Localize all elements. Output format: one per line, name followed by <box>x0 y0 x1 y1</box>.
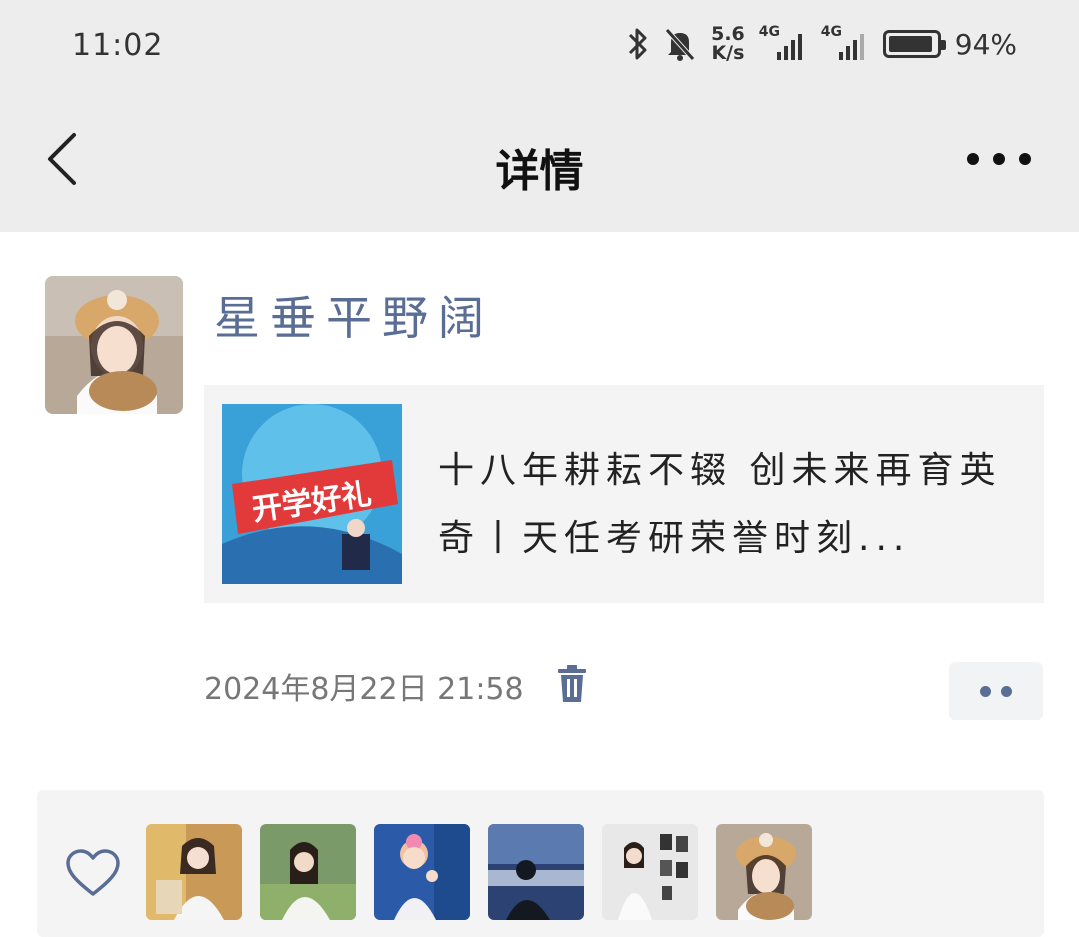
battery-percent: 94% <box>954 27 1017 61</box>
like-avatar-5[interactable] <box>602 824 698 920</box>
page-title: 详情 <box>495 146 584 197</box>
status-icons: 5.6 K/s 4G 4G 94% <box>627 24 1017 64</box>
post-timestamp: 2024年8月22日 21:58 <box>204 672 524 707</box>
like-avatar-3[interactable] <box>374 824 470 920</box>
like-avatar-2[interactable] <box>260 824 356 920</box>
signal-4g-icon: 4G <box>759 24 807 64</box>
dot-icon <box>1001 685 1012 697</box>
trash-icon <box>558 665 586 702</box>
more-options-button[interactable] <box>967 139 1031 179</box>
article-thumbnail: 开学好礼 <box>222 404 402 584</box>
bluetooth-icon <box>627 26 649 62</box>
shared-article-card[interactable]: 开学好礼 十八年耕耘不辍 创未来再育英奇丨天任考研荣誉时刻... <box>204 385 1044 603</box>
dot-icon <box>1019 153 1031 165</box>
nav-bar: 详情 <box>0 95 1079 232</box>
heart-icon <box>65 848 121 898</box>
battery-icon <box>882 30 946 58</box>
network-speed: 5.6 K/s <box>711 23 745 64</box>
author-avatar[interactable] <box>45 276 183 414</box>
dot-icon <box>993 153 1005 165</box>
dot-icon <box>980 685 991 697</box>
like-avatar-1[interactable] <box>146 824 242 920</box>
like-avatar-4[interactable] <box>488 824 584 920</box>
comment-like-menu-button[interactable] <box>949 662 1043 720</box>
like-avatar-6[interactable] <box>716 824 812 920</box>
author-name[interactable]: 星垂平野阔 <box>214 282 494 348</box>
signal-4g-icon: 4G <box>821 24 869 64</box>
mute-bell-icon <box>663 26 697 62</box>
delete-button[interactable] <box>556 664 588 704</box>
status-time: 11:02 <box>72 28 164 63</box>
dot-icon <box>967 153 979 165</box>
article-title: 十八年耕耘不辍 创未来再育英奇丨天任考研荣誉时刻... <box>438 450 1002 559</box>
likes-panel <box>37 790 1044 937</box>
status-bar: 11:02 5.6 K/s 4G 4G 94% <box>0 0 1079 95</box>
